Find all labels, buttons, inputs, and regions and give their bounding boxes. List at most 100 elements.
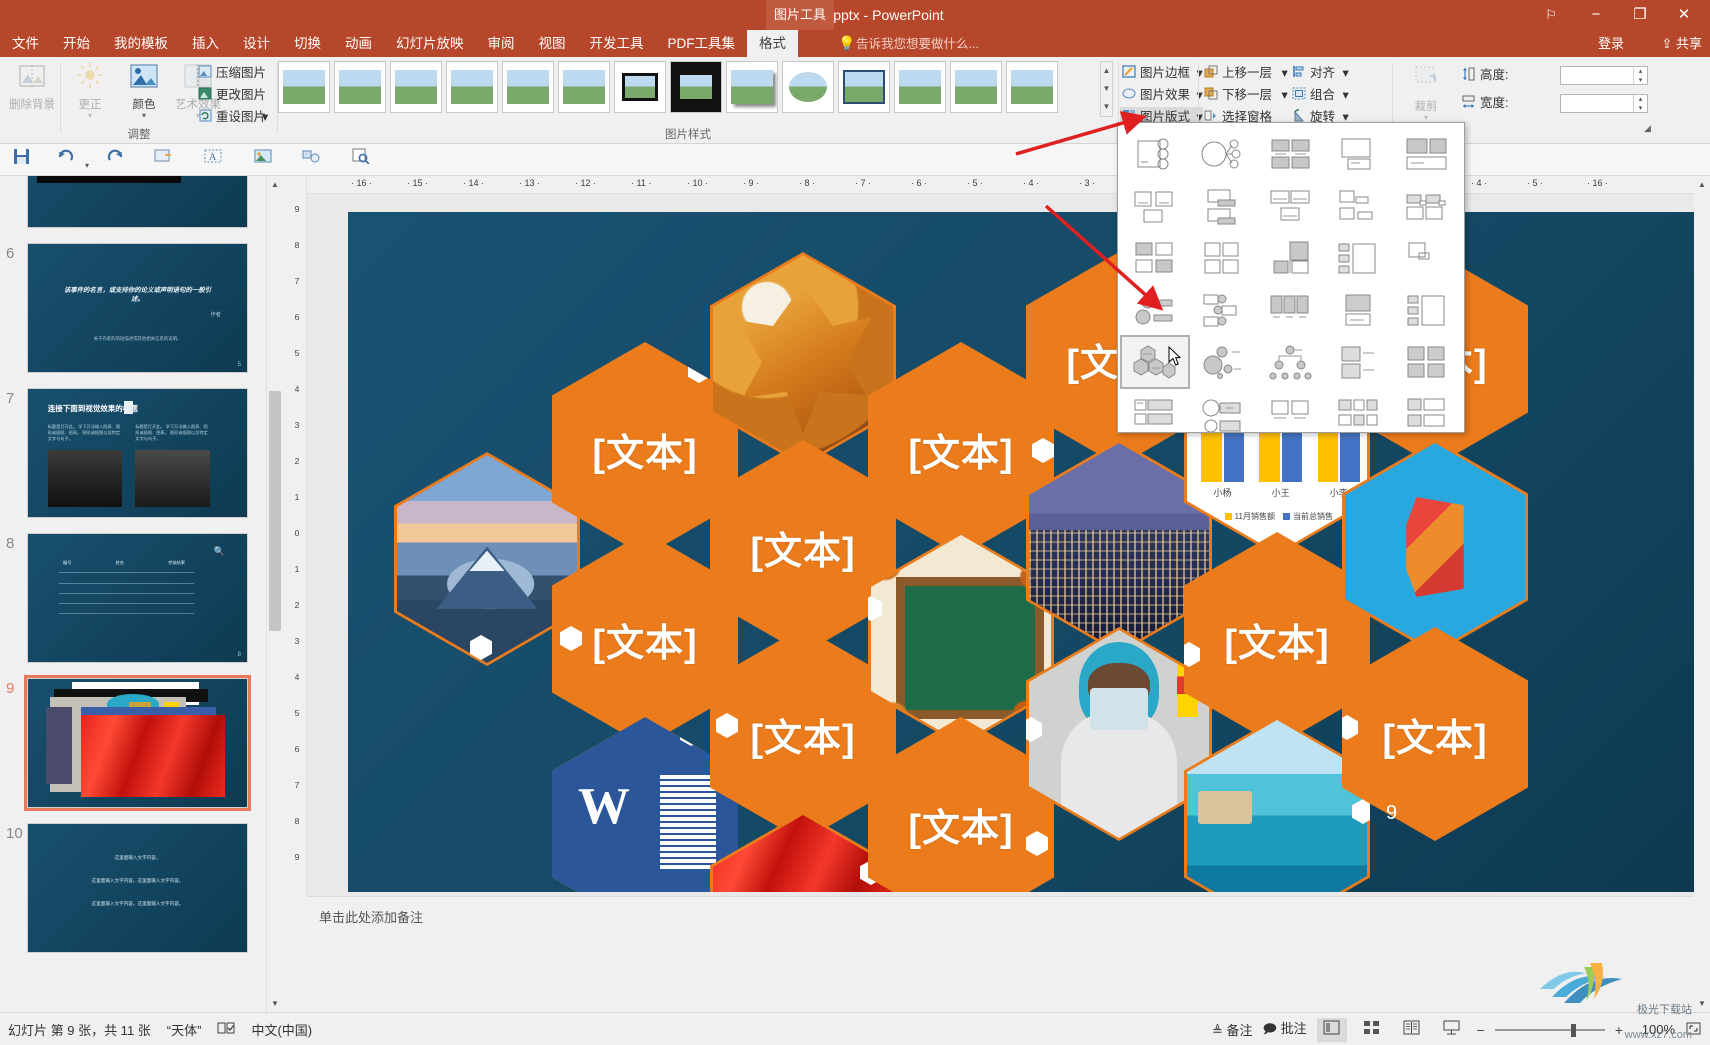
ribbon-tab-11[interactable]: PDF工具集 [656, 30, 748, 57]
layout-option-theme-picture-alternating[interactable] [1326, 337, 1392, 387]
picture-style-14[interactable] [1006, 61, 1058, 113]
group-button[interactable]: 组合 ▾ [1290, 85, 1349, 106]
ribbon-tab-8[interactable]: 审阅 [476, 30, 527, 57]
reset-picture-dropdown[interactable]: ▾ [258, 107, 268, 128]
zoom-slider[interactable] [1494, 1022, 1605, 1038]
layout-option-picture-organization-chart[interactable] [1258, 337, 1324, 387]
color-button[interactable]: 颜色 ▾ [118, 61, 170, 120]
theme-name[interactable]: “天体” [167, 1020, 202, 1039]
layout-option-radial-picture-list[interactable] [1122, 285, 1188, 335]
width-spinner[interactable]: ▴ ▾ [1633, 95, 1647, 112]
layout-option-picture-grid[interactable] [1190, 233, 1256, 283]
chevron-down-icon[interactable]: ▾ [1343, 88, 1349, 102]
layout-option-theme-picture-grid[interactable] [1394, 337, 1460, 387]
slide-thumbnail-7[interactable]: 连接下面到视觉效果的标题 标题是打开此。 学下万法输入图表、图形或插图、图表。 图… [27, 388, 248, 518]
picture-style-1[interactable] [278, 61, 330, 113]
size-dialog-launcher[interactable]: ◢ [1644, 123, 1651, 134]
chevron-down-icon[interactable]: ▾ [64, 112, 116, 120]
chevron-down-icon[interactable]: ▾ [1282, 66, 1288, 80]
slide-thumbnail-panel[interactable]: 5 6 该事件的名言，或支持你的论义或声明语句的一般引述。作者关于作者的简短描述或其… [0, 176, 283, 1012]
text-box-icon[interactable]: A [200, 148, 226, 172]
slide-thumbnail-9[interactable] [24, 675, 251, 811]
sign-in-button[interactable]: 登录 [1598, 30, 1624, 57]
preview-icon[interactable] [348, 148, 374, 172]
slide-thumbnail-5[interactable] [27, 176, 248, 228]
picture-style-2[interactable] [334, 61, 386, 113]
language-indicator[interactable]: 中文(中国) [251, 1020, 312, 1039]
slide-editing-surface[interactable]: [文本] [文本] W [文本] [文本] [文本] [文本] 小杨 小王 小李… [348, 212, 1696, 892]
normal-view-icon[interactable] [1316, 1017, 1347, 1042]
layout-option-accented-picture[interactable] [1122, 129, 1188, 179]
comments-button[interactable]: 🗩 批注 [1263, 1018, 1307, 1042]
picture-layout-dropdown[interactable] [1117, 122, 1465, 433]
canvas-scrollbar[interactable]: ▲ ▼ [1694, 176, 1710, 1012]
thumbnail-panel-scrollbar[interactable]: ▲ ▼ [266, 176, 282, 1012]
close-button[interactable]: ✕ [1662, 0, 1706, 30]
picture-style-7[interactable] [614, 61, 666, 113]
ribbon-tab-2[interactable]: 我的模板 [102, 30, 180, 57]
save-icon[interactable] [8, 148, 34, 172]
picture-style-10[interactable] [782, 61, 834, 113]
slide-thumbnail-8[interactable]: 编号 姓名 考核结果 🔍 8 [27, 533, 248, 663]
ribbon-tab-1[interactable]: 开始 [51, 30, 102, 57]
slide-thumbnail-6[interactable]: 该事件的名言，或支持你的论义或声明语句的一般引述。 作者 关于作者的简短描述或其他相… [27, 243, 248, 373]
reset-picture-button[interactable]: 重设图片 [196, 107, 266, 128]
picture-style-13[interactable] [950, 61, 1002, 113]
layout-option-vertical-picture-list[interactable] [1190, 285, 1256, 335]
layout-option-title-picture-lineup[interactable] [1258, 285, 1324, 335]
ribbon-tab-6[interactable]: 动画 [333, 30, 384, 57]
layout-option-spiral-picture[interactable] [1326, 233, 1392, 283]
ribbon-tab-7[interactable]: 幻灯片放映 [384, 30, 476, 57]
layout-option-bubble-picture-callout[interactable] [1190, 389, 1256, 439]
layout-option-vertical-picture-accent[interactable] [1394, 285, 1460, 335]
new-slide-icon[interactable] [150, 148, 176, 172]
ribbon-tab-12[interactable]: 格式 [747, 30, 798, 57]
thumbnail-scroll-up[interactable]: ▲ [267, 176, 283, 193]
gallery-scrollbar[interactable]: ▲ ▼ ▼ [1100, 61, 1113, 117]
picture-style-4[interactable] [446, 61, 498, 113]
picture-styles-gallery[interactable] [278, 61, 1098, 117]
zoom-slider-handle[interactable] [1570, 1023, 1576, 1037]
layout-option-circular-picture-callout[interactable] [1190, 129, 1256, 179]
redo-icon[interactable] [102, 148, 128, 172]
layout-option-picture-caption-list[interactable] [1326, 129, 1392, 179]
reading-view-icon[interactable] [1397, 1018, 1427, 1042]
picture-border-button[interactable]: 图片边框 ▾ [1120, 63, 1203, 84]
send-backward-button[interactable]: 下移一层 ▾ [1202, 85, 1288, 106]
layout-option-picture-caption-block[interactable] [1326, 285, 1392, 335]
ribbon-tab-5[interactable]: 切换 [282, 30, 333, 57]
undo-dropdown[interactable]: ▾ [74, 154, 100, 178]
notes-button[interactable]: ≜ 备注 [1212, 1020, 1253, 1039]
gallery-scroll-up[interactable]: ▲ [1101, 62, 1112, 80]
picture-style-6[interactable] [558, 61, 610, 113]
share-button[interactable]: ⇪ 共享 [1661, 30, 1702, 57]
layout-option-alternating-picture-blocks[interactable] [1122, 233, 1188, 283]
layout-option-titled-picture-accent-list[interactable] [1258, 181, 1324, 231]
tell-me-input[interactable]: 告诉我您想要做什么... [856, 33, 979, 55]
ribbon-tab-10[interactable]: 开发工具 [578, 30, 656, 57]
canvas-scroll-up[interactable]: ▲ [1694, 176, 1710, 193]
slide-canvas-area[interactable]: [文本] [文本] W [文本] [文本] [文本] [文本] 小杨 小王 小李… [307, 194, 1696, 1012]
shape-height-input[interactable]: ▴ ▾ [1560, 66, 1648, 85]
layout-option-bubble-picture-list[interactable] [1326, 181, 1392, 231]
picture-style-3[interactable] [390, 61, 442, 113]
layout-option-nested-picture-blocks[interactable] [1326, 389, 1392, 439]
spellcheck-icon[interactable] [217, 1021, 235, 1038]
notes-pane[interactable]: 单击此处添加备注 [307, 896, 1694, 1012]
ribbon-tab-4[interactable]: 设计 [231, 30, 282, 57]
picture-style-12[interactable] [894, 61, 946, 113]
layout-option-picture-lineup[interactable] [1258, 233, 1324, 283]
slide-counter[interactable]: 幻灯片 第 9 张，共 11 张 [8, 1020, 151, 1039]
picture-style-11[interactable] [838, 61, 890, 113]
picture-style-8[interactable] [670, 61, 722, 113]
layout-option-picture-pair-list[interactable] [1258, 389, 1324, 439]
chevron-down-icon[interactable]: ▾ [1343, 66, 1349, 80]
restore-button[interactable]: ❐ [1618, 0, 1662, 30]
picture-style-9[interactable] [726, 61, 778, 113]
remove-background-button[interactable]: 删除背景 [6, 61, 58, 112]
layout-option-picture-strips[interactable] [1122, 181, 1188, 231]
change-picture-button[interactable]: 更改图片 [196, 85, 266, 106]
layout-option-bending-picture-accent-list[interactable] [1394, 129, 1460, 179]
zoom-in-button[interactable]: + [1615, 1022, 1623, 1038]
ribbon-tab-3[interactable]: 插入 [180, 30, 231, 57]
